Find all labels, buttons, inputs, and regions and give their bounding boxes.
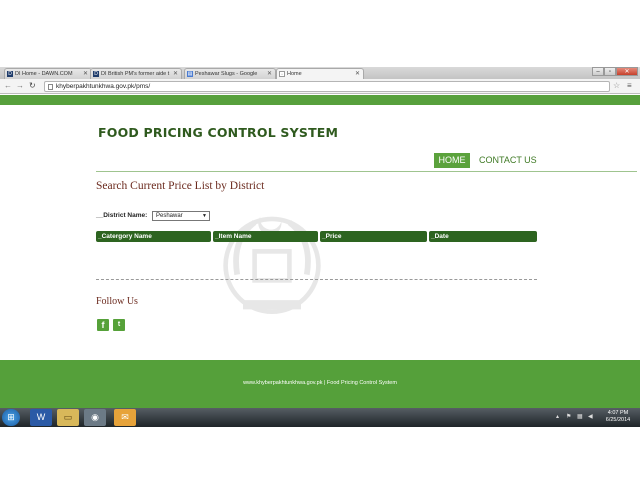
tab-british-pm[interactable]: D DI British PM's former aide t ✕ — [90, 68, 182, 79]
tab-peshawar-slugs[interactable]: ▤ Peshawar Slugs - Google ✕ — [184, 68, 276, 79]
dashed-divider — [96, 279, 537, 280]
start-button-icon[interactable]: ⊞ — [2, 409, 20, 426]
clock-time: 4:07 PM — [607, 410, 629, 416]
tray-expand-icon[interactable]: ▴ — [556, 413, 559, 420]
forward-arrow-icon[interactable]: → — [16, 81, 24, 91]
dawn-favicon-icon: D — [93, 71, 99, 77]
facebook-icon[interactable]: f — [97, 319, 109, 331]
browser-tab-strip: D DI Home - DAWN.COM ✕ D DI British PM's… — [0, 67, 640, 80]
chrome-icon[interactable]: ◉ — [84, 409, 106, 426]
windows-taskbar: ⊞ W ▭ ◉ ✉ ▴ ⚑ ▦ ◀ 4:07 PM 6/25/2014 — [0, 408, 640, 427]
volume-icon[interactable]: ◀ — [588, 413, 593, 420]
header-item-name: _Item Name — [213, 231, 318, 242]
maximize-icon[interactable]: ▫ — [604, 67, 616, 76]
district-selected-value: Peshawar — [156, 213, 183, 219]
dawn-favicon-icon: D — [7, 71, 13, 77]
back-arrow-icon[interactable]: ← — [4, 81, 12, 91]
window-close-icon[interactable]: ✕ — [616, 67, 638, 76]
top-green-band — [0, 95, 640, 105]
close-icon[interactable]: ✕ — [83, 69, 88, 79]
page-icon — [48, 84, 53, 90]
district-select[interactable]: Peshawar ▼ — [152, 211, 210, 221]
district-label: __District Name: — [96, 212, 148, 219]
flag-icon[interactable]: ⚑ — [566, 413, 571, 420]
tab-label: Home — [287, 71, 302, 77]
google-docs-favicon-icon: ▤ — [187, 71, 193, 77]
page-heading: Search Current Price List by District — [96, 180, 265, 192]
dropdown-arrow-icon: ▼ — [202, 213, 207, 219]
government-emblem-watermark-icon — [223, 216, 321, 315]
clock-date: 6/25/2014 — [605, 417, 631, 423]
reload-icon[interactable]: ↻ — [29, 81, 36, 91]
app-icon[interactable]: ✉ — [114, 409, 136, 426]
browser-toolbar: ← → ↻ khyberpakhtunkhwa.gov.pk/pms/ ☆ ≡ — [0, 79, 640, 94]
follow-us-heading: Follow Us — [96, 296, 138, 307]
header-date: _Date — [429, 231, 537, 242]
tab-dawn-home[interactable]: D DI Home - DAWN.COM ✕ — [4, 68, 92, 79]
network-icon[interactable]: ▦ — [577, 413, 583, 420]
nav-home[interactable]: HOME — [434, 153, 470, 168]
header-price: _Price — [320, 231, 427, 242]
site-footer: www.khyberpakhtunkhwa.gov.pk | Food Pric… — [0, 360, 640, 408]
folder-icon[interactable]: ▭ — [57, 409, 79, 426]
chrome-menu-icon[interactable]: ≡ — [627, 81, 632, 91]
nav-contact-us[interactable]: CONTACT US — [479, 153, 537, 168]
twitter-icon[interactable]: t — [113, 319, 125, 331]
site-title: FOOD PRICING CONTROL SYSTEM — [98, 125, 339, 140]
minimize-icon[interactable]: – — [592, 67, 604, 76]
tab-label: DI Home - DAWN.COM — [15, 71, 73, 77]
close-icon[interactable]: ✕ — [267, 69, 272, 79]
url-text: khyberpakhtunkhwa.gov.pk/pms/ — [56, 83, 151, 90]
tab-label: Peshawar Slugs - Google — [195, 71, 258, 77]
close-icon[interactable]: ✕ — [355, 69, 360, 79]
footer-text: www.khyberpakhtunkhwa.gov.pk | Food Pric… — [243, 380, 397, 386]
page-favicon-icon: ▫ — [279, 71, 285, 78]
nav-divider — [96, 171, 637, 172]
address-bar[interactable]: khyberpakhtunkhwa.gov.pk/pms/ — [44, 81, 610, 92]
header-category-name: _Catergory Name — [96, 231, 211, 242]
tab-label: DI British PM's former aide t — [101, 71, 170, 77]
system-clock[interactable]: 4:07 PM 6/25/2014 — [598, 410, 638, 424]
word-icon[interactable]: W — [30, 409, 52, 426]
close-icon[interactable]: ✕ — [173, 69, 178, 79]
screenshot-frame: D DI Home - DAWN.COM ✕ D DI British PM's… — [0, 67, 640, 427]
bookmark-star-icon[interactable]: ☆ — [613, 81, 620, 91]
